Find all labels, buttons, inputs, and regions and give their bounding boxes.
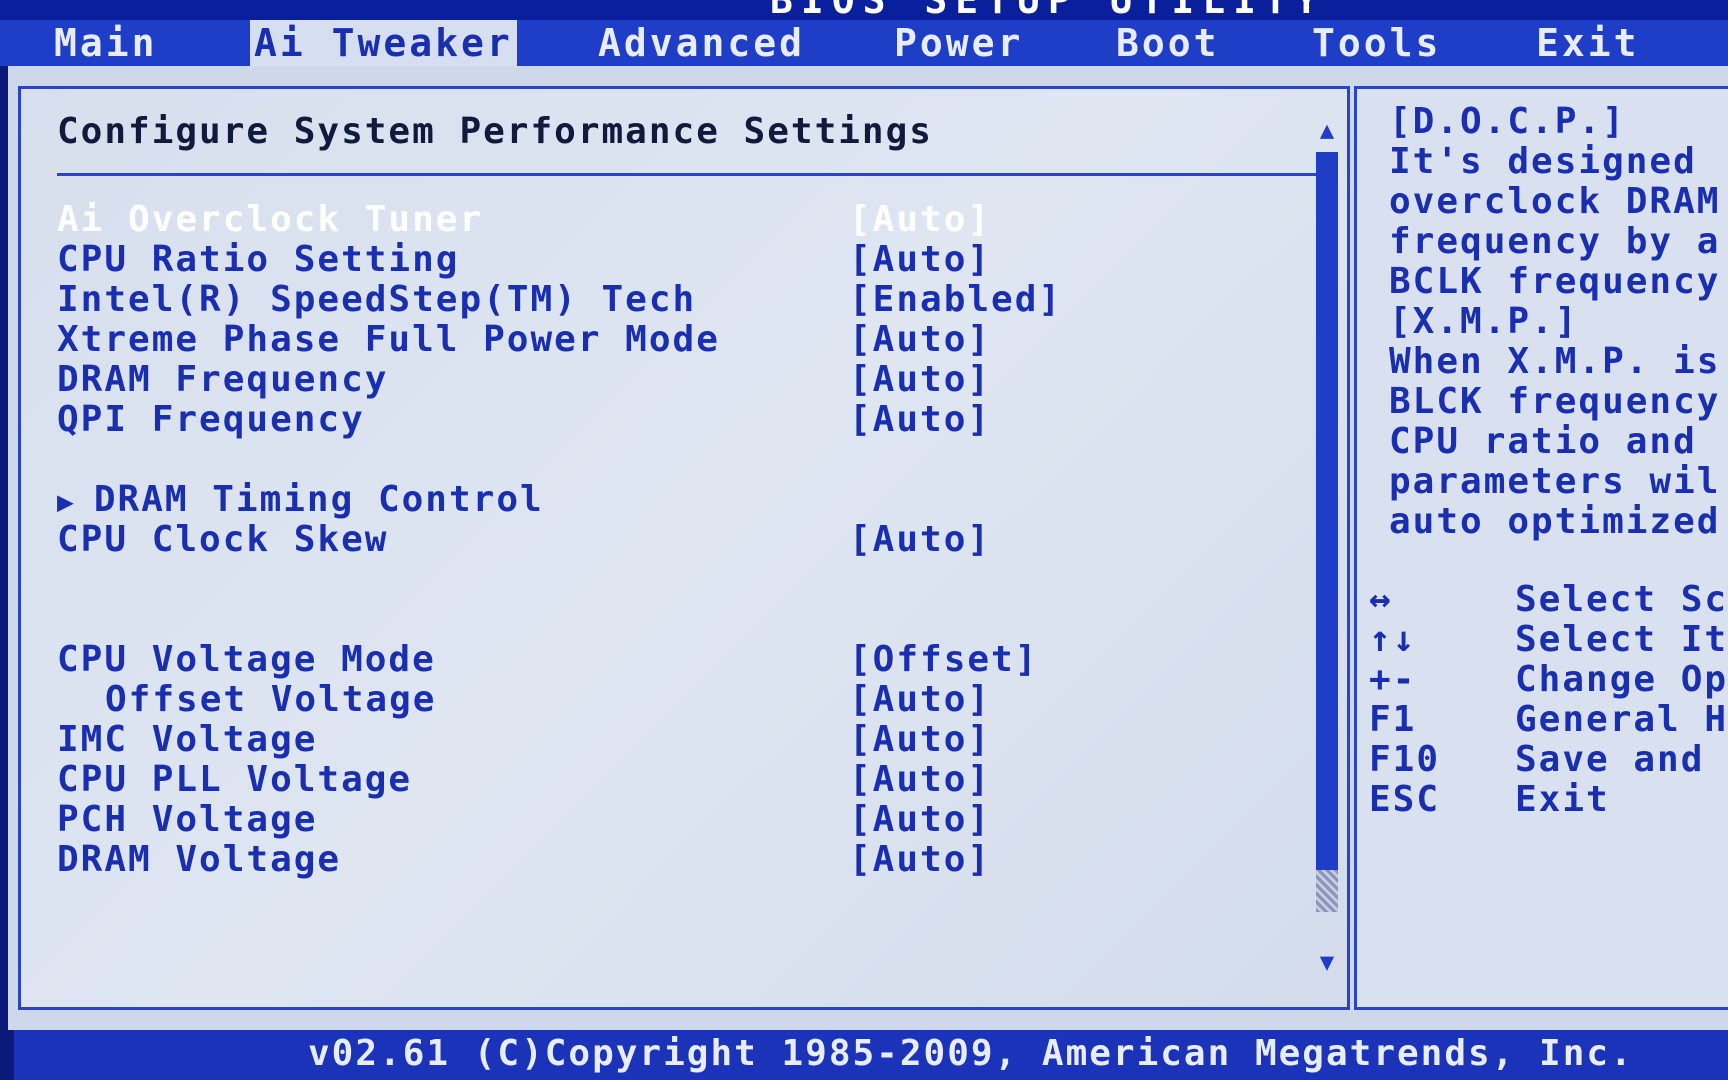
menu-main[interactable]: Main [54, 20, 158, 66]
submenu-arrow-icon: ▶ [57, 485, 76, 518]
help-line: BCLK frequency [1389, 261, 1721, 302]
f1-key: F1 [1369, 699, 1417, 740]
setting-label: CPU PLL Voltage [57, 759, 413, 800]
submenu-label: ▶ DRAM Timing Control [57, 479, 544, 520]
up-down-arrow-icon: ↑↓ [1369, 619, 1417, 660]
menu-boot[interactable]: Boot [1116, 20, 1220, 66]
setting-value[interactable]: [Auto] [849, 719, 991, 760]
settings-panel: Configure System Performance Settings Ai… [18, 86, 1350, 1010]
key-description: General H [1515, 699, 1728, 740]
help-line: overclock DRAM [1389, 181, 1721, 222]
f10-key: F10 [1369, 739, 1441, 780]
menu-ai-tweaker[interactable]: Ai Tweaker [250, 20, 517, 66]
setting-label: Intel(R) SpeedStep(TM) Tech [57, 279, 697, 320]
setting-dram-frequency[interactable]: DRAM Frequency [Auto] [57, 359, 1317, 400]
setting-label: IMC Voltage [57, 719, 318, 760]
setting-qpi-frequency[interactable]: QPI Frequency [Auto] [57, 399, 1317, 440]
footer-bar: v02.61 (C)Copyright 1985-2009, American … [14, 1030, 1728, 1080]
key-description: Save and [1515, 739, 1705, 780]
bios-title: BIOS SETUP UTILITY [770, 0, 1326, 22]
heading-divider [57, 173, 1337, 176]
setting-label: CPU Ratio Setting [57, 239, 460, 280]
setting-dram-voltage[interactable]: DRAM Voltage [Auto] [57, 839, 1317, 880]
setting-label: Ai Overclock Tuner [57, 199, 484, 240]
help-panel: [D.O.C.P.] It's designed overclock DRAM … [1354, 86, 1728, 1010]
scroll-down-arrow-icon[interactable]: ▼ [1314, 948, 1340, 976]
esc-key: ESC [1369, 779, 1441, 820]
plus-minus-key: +- [1369, 659, 1417, 700]
setting-offset-voltage[interactable]: Offset Voltage [Auto] [57, 679, 1317, 720]
setting-value[interactable]: [Auto] [849, 199, 991, 240]
bios-screen: BIOS SETUP UTILITY Main Ai Tweaker Advan… [0, 0, 1728, 1080]
key-description: Select It [1515, 619, 1728, 660]
help-line: frequency by a [1389, 221, 1721, 262]
setting-value[interactable]: [Auto] [849, 679, 991, 720]
setting-value[interactable]: [Auto] [849, 799, 991, 840]
setting-label: QPI Frequency [57, 399, 365, 440]
setting-label: CPU Voltage Mode [57, 639, 436, 680]
setting-xtreme-phase[interactable]: Xtreme Phase Full Power Mode [Auto] [57, 319, 1317, 360]
help-line: [X.M.P.] [1389, 301, 1579, 342]
submenu-text: DRAM Timing Control [93, 479, 544, 520]
setting-label: Xtreme Phase Full Power Mode [57, 319, 720, 360]
setting-label: CPU Clock Skew [57, 519, 389, 560]
setting-value[interactable]: [Auto] [849, 399, 991, 440]
setting-imc-voltage[interactable]: IMC Voltage [Auto] [57, 719, 1317, 760]
title-band: BIOS SETUP UTILITY [0, 0, 1728, 22]
help-line: [D.O.C.P.] [1389, 101, 1626, 142]
help-line: auto optimized [1389, 501, 1721, 542]
menu-exit[interactable]: Exit [1536, 20, 1640, 66]
setting-value[interactable]: [Auto] [849, 239, 991, 280]
setting-cpu-ratio[interactable]: CPU Ratio Setting [Auto] [57, 239, 1317, 280]
key-description: Exit [1515, 779, 1610, 820]
help-line: When X.M.P. is [1389, 341, 1721, 382]
setting-label: DRAM Voltage [57, 839, 342, 880]
setting-value[interactable]: [Offset] [849, 639, 1038, 680]
copyright-text: v02.61 (C)Copyright 1985-2009, American … [308, 1033, 1634, 1074]
setting-cpu-clock-skew[interactable]: CPU Clock Skew [Auto] [57, 519, 1317, 560]
setting-cpu-pll-voltage[interactable]: CPU PLL Voltage [Auto] [57, 759, 1317, 800]
setting-pch-voltage[interactable]: PCH Voltage [Auto] [57, 799, 1317, 840]
help-line: It's designed [1389, 141, 1697, 182]
left-right-arrow-icon: ↔ [1369, 579, 1393, 620]
setting-ai-overclock-tuner[interactable]: Ai Overclock Tuner [Auto] [57, 199, 1317, 240]
setting-label: PCH Voltage [57, 799, 318, 840]
setting-value[interactable]: [Enabled] [849, 279, 1062, 320]
help-line: BLCK frequency [1389, 381, 1721, 422]
scroll-up-arrow-icon[interactable]: ▲ [1314, 116, 1340, 144]
scrollbar-thumb[interactable] [1316, 870, 1338, 912]
key-description: Select Sc [1515, 579, 1728, 620]
menu-bar: Main Ai Tweaker Advanced Power Boot Tool… [0, 20, 1728, 66]
panel-heading: Configure System Performance Settings [57, 111, 933, 152]
setting-value[interactable]: [Auto] [849, 759, 991, 800]
help-line: parameters wil [1389, 461, 1721, 502]
setting-value[interactable]: [Auto] [849, 519, 991, 560]
key-description: Change Op [1515, 659, 1728, 700]
submenu-dram-timing-control[interactable]: ▶ DRAM Timing Control [57, 479, 1317, 520]
setting-speedstep[interactable]: Intel(R) SpeedStep(TM) Tech [Enabled] [57, 279, 1317, 320]
menu-tools[interactable]: Tools [1312, 20, 1441, 66]
setting-cpu-voltage-mode[interactable]: CPU Voltage Mode [Offset] [57, 639, 1317, 680]
vertical-scrollbar[interactable] [1316, 152, 1338, 912]
setting-value[interactable]: [Auto] [849, 359, 991, 400]
setting-value[interactable]: [Auto] [849, 319, 991, 360]
setting-value[interactable]: [Auto] [849, 839, 991, 880]
menu-power[interactable]: Power [894, 20, 1023, 66]
setting-label: DRAM Frequency [57, 359, 389, 400]
menu-advanced[interactable]: Advanced [598, 20, 805, 66]
help-line: CPU ratio and [1389, 421, 1697, 462]
setting-label: Offset Voltage [105, 679, 437, 720]
